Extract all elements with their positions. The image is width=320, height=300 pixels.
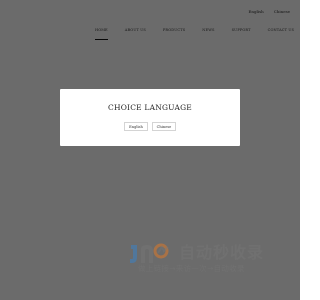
watermark-main-text: 自动秒收录 xyxy=(179,243,265,262)
page: English Chinese HOME ABOUT US PRODUCTS N… xyxy=(0,0,300,300)
watermark: 自动秒收录 做上链接→来访一次→自动收录 xyxy=(128,239,288,275)
watermark-sub-text: 做上链接→来访一次→自动收录 xyxy=(138,264,245,273)
chinese-button[interactable]: Chinese xyxy=(152,122,176,131)
language-choices: English Chinese xyxy=(60,122,240,131)
language-modal: CHOICE LANGUAGE English Chinese xyxy=(60,89,240,146)
modal-title: CHOICE LANGUAGE xyxy=(108,103,192,112)
english-button[interactable]: English xyxy=(124,122,148,131)
